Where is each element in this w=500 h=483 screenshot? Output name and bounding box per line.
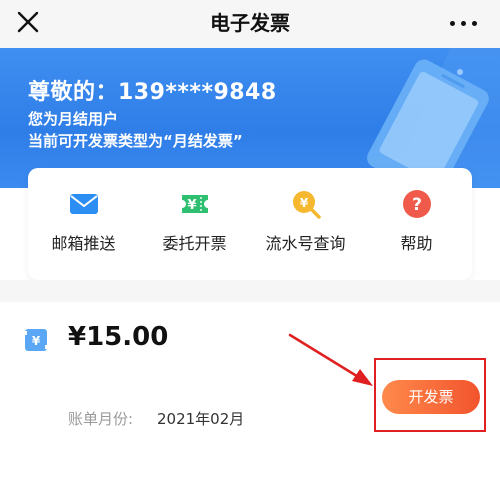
menu-item-delegate-invoice[interactable]: ¥ 委托开票: [139, 168, 250, 280]
svg-text:¥: ¥: [299, 196, 308, 210]
menu-item-label: 委托开票: [162, 234, 227, 253]
menu-item-label: 帮助: [400, 234, 433, 253]
svg-text:¥: ¥: [32, 334, 41, 348]
menu-item-email-push[interactable]: 邮箱推送: [28, 168, 139, 280]
account-banner: 尊敬的：139****9848 您为月结用户 当前可开发票类型为“月结发票”: [0, 48, 500, 188]
user-type-text: 您为月结用户: [28, 110, 119, 128]
menu-item-help[interactable]: ? 帮助: [361, 168, 472, 280]
menu-item-serial-query[interactable]: ¥ 流水号查询: [250, 168, 361, 280]
bill-yuan-icon: ¥: [23, 329, 49, 351]
search-yuan-icon: ¥: [292, 191, 321, 219]
help-icon: ?: [402, 190, 431, 218]
user-greeting: 尊敬的：139****9848: [28, 80, 277, 105]
menu-item-label: 流水号查询: [265, 234, 346, 253]
yuan-ticket-icon: ¥: [181, 195, 208, 213]
page-title: 电子发票: [210, 11, 290, 35]
mail-icon: [69, 194, 98, 214]
issue-invoice-button[interactable]: 开发票: [382, 380, 480, 414]
svg-text:?: ?: [412, 195, 422, 215]
more-options-icon[interactable]: [450, 14, 478, 34]
svg-text:¥: ¥: [187, 198, 196, 213]
function-menu-card: 邮箱推送 ¥ 委托开票 ¥ 流水号查询 ? 帮助: [28, 168, 472, 280]
invoice-type-text: 当前可开发票类型为“月结发票”: [28, 132, 243, 150]
bill-amount: ¥15.00: [68, 322, 169, 352]
menu-item-label: 邮箱推送: [51, 234, 116, 253]
phone-illustration: [367, 48, 500, 188]
bill-month-label: 账单月份:: [68, 410, 134, 428]
top-nav-bar: 电子发票: [0, 0, 500, 48]
section-divider: [0, 280, 500, 302]
bill-month-value: 2021年02月: [157, 410, 245, 428]
